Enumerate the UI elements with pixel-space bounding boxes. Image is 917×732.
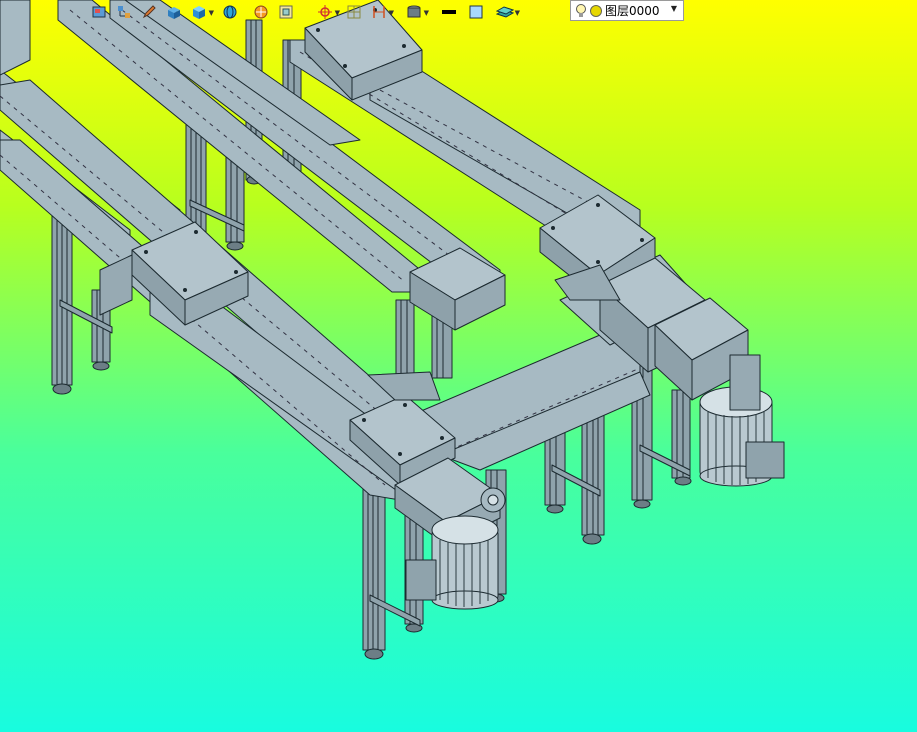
tree-icon[interactable] [113,2,135,22]
fill-color-icon[interactable] [465,2,487,22]
3d-viewport[interactable]: ▼ ▼ ▼ ▼ ▼ 图层0000 ▼ [0,0,917,732]
layer-state-icon[interactable] [589,4,603,18]
lightbulb-icon[interactable] [575,3,587,19]
frame-icon[interactable] [275,2,297,22]
chevron-down-icon[interactable]: ▼ [671,4,677,13]
render-sphere-icon[interactable] [250,2,272,22]
pencil-icon[interactable] [138,2,160,22]
cube-icon[interactable]: ▼ [188,2,214,22]
display-mode-icon[interactable] [88,2,110,22]
material-icon[interactable]: ▼ [403,2,429,22]
layer-selector[interactable]: 图层0000 ▼ [570,0,684,21]
solid-box-icon[interactable] [163,2,185,22]
dimension-icon[interactable]: ▼ [368,2,394,22]
conveyor-model[interactable] [0,0,917,732]
layer-name: 图层0000 [605,4,660,18]
line-color-icon[interactable] [438,2,460,22]
cad-toolbar: ▼ ▼ ▼ ▼ ▼ [88,0,520,23]
globe-icon[interactable] [219,2,241,22]
axis-icon[interactable]: ▼ [314,2,340,22]
grid-icon[interactable] [343,2,365,22]
plane-icon[interactable]: ▼ [494,2,520,22]
